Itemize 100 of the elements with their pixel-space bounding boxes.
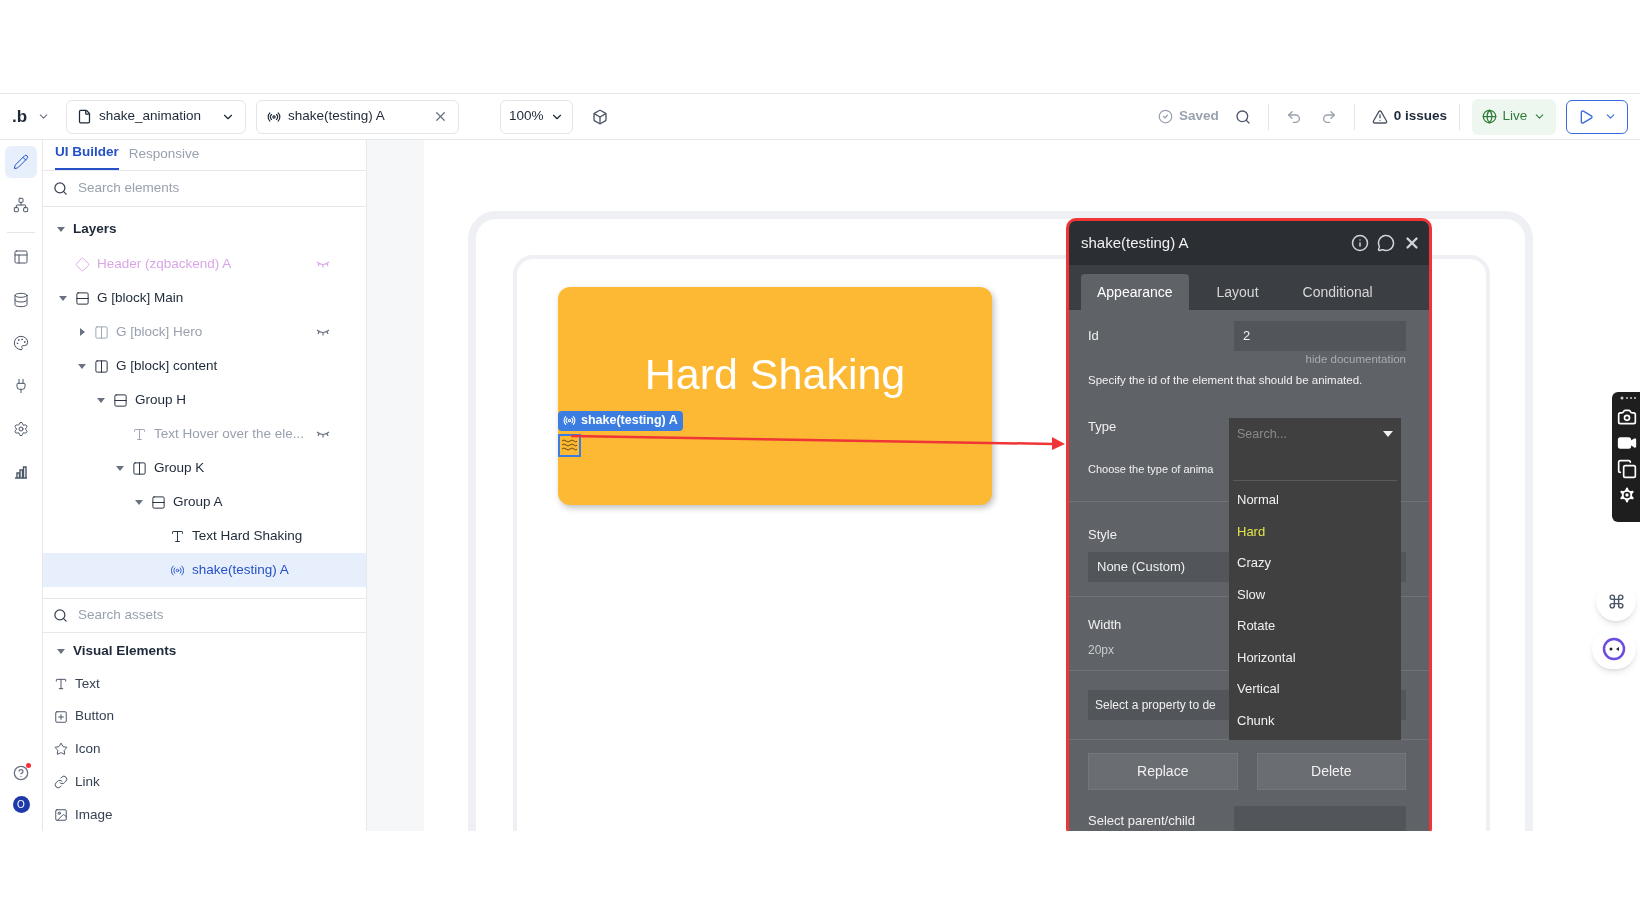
layer-label: Text Hover over the ele...: [154, 425, 305, 444]
logo-menu[interactable]: .b: [12, 103, 64, 130]
layer-row[interactable]: shake(testing) A: [43, 553, 366, 588]
settings-icon: [13, 421, 29, 437]
cube-icon[interactable]: [592, 108, 608, 125]
redo-icon[interactable]: [1320, 108, 1337, 125]
id-field[interactable]: 2: [1234, 321, 1406, 351]
layer-label: G [block] Hero: [116, 323, 203, 342]
text-icon: [54, 676, 68, 691]
element-list-item[interactable]: Link: [43, 765, 366, 799]
layer-label: Text Hard Shaking: [192, 527, 303, 546]
type-label: Type: [1088, 417, 1117, 436]
dropdown-option[interactable]: Hard: [1229, 515, 1401, 547]
dots-icon[interactable]: [1618, 395, 1636, 401]
search-icon: [53, 608, 68, 624]
camera-icon[interactable]: [1617, 407, 1637, 427]
saved-status: Saved: [1178, 107, 1219, 126]
panel-action-button[interactable]: Delete: [1256, 752, 1406, 790]
windows-icon[interactable]: [1617, 459, 1637, 479]
columns-icon: [94, 324, 109, 340]
palette-icon: [13, 335, 29, 351]
text-icon: [132, 426, 147, 442]
caret-down-icon[interactable]: [97, 396, 105, 405]
panel-tab[interactable]: Layout: [1200, 274, 1275, 310]
search-assets-field[interactable]: Search assets: [78, 605, 356, 626]
element-list-item[interactable]: Text: [43, 667, 366, 701]
width-label: Width: [1088, 616, 1122, 634]
pencil-icon: [13, 154, 29, 170]
dropdown-triangle-icon[interactable]: [1383, 431, 1393, 437]
button-icon: [54, 709, 68, 724]
dropdown-option[interactable]: Vertical: [1229, 673, 1401, 705]
warning-icon: [1371, 108, 1388, 125]
rows-icon: [151, 494, 166, 510]
dropdown-option[interactable]: Normal: [1229, 484, 1401, 516]
file-icon: [77, 109, 92, 124]
id-documentation: Specify the id of the element that should be animated.: [1088, 373, 1364, 389]
dropdown-option[interactable]: Slow: [1229, 578, 1401, 610]
layer-label: G [block] Main: [97, 289, 184, 308]
run-button[interactable]: [1566, 99, 1628, 134]
caret-down-icon[interactable]: [116, 464, 124, 473]
sidebar-tab[interactable]: UI Builder: [55, 141, 119, 170]
caret-down-icon[interactable]: [59, 294, 67, 303]
layer-row[interactable]: Group H: [43, 383, 366, 418]
caret-down-icon[interactable]: [57, 225, 65, 234]
layer-row[interactable]: G [block] content: [43, 349, 366, 384]
zoom-dropdown[interactable]: 100%: [500, 99, 573, 134]
element-list-item[interactable]: Image: [43, 798, 366, 831]
dropdown-option[interactable]: Chunk: [1229, 704, 1401, 736]
layers-header[interactable]: Layers: [43, 215, 366, 244]
settings-icon[interactable]: [1617, 485, 1637, 505]
issues-button[interactable]: 0 issues: [1371, 106, 1447, 127]
visual-elements-header[interactable]: Visual Elements: [43, 634, 366, 668]
page-dropdown[interactable]: shake_animation: [66, 99, 246, 134]
panel-tab[interactable]: Conditional: [1286, 274, 1389, 310]
layer-label: Group K: [154, 459, 205, 478]
undo-icon[interactable]: [1285, 108, 1302, 125]
caret-down-icon[interactable]: [57, 647, 65, 656]
rows-icon: [113, 392, 128, 408]
layer-row[interactable]: Group A: [43, 485, 366, 520]
element-label-badge: shake(testing) A: [558, 410, 683, 431]
dropdown-option[interactable]: Rotate: [1229, 610, 1401, 642]
type-search-field[interactable]: Search...: [1237, 424, 1383, 444]
caret-down-icon[interactable]: [135, 498, 143, 507]
element-list-item[interactable]: Icon: [43, 732, 366, 766]
panel-action-button[interactable]: Replace: [1088, 752, 1238, 790]
layer-row[interactable]: G [block] Main: [43, 281, 366, 316]
layer-label: shake(testing) A: [192, 561, 289, 580]
dropdown-option[interactable]: Crazy: [1229, 547, 1401, 579]
command-icon: [1607, 592, 1625, 610]
search-elements-field[interactable]: Search elements: [78, 178, 356, 199]
hidden-eye-icon: [316, 260, 330, 269]
caret-right-icon[interactable]: [78, 328, 86, 337]
width-value: 20px: [1088, 641, 1115, 659]
command-button[interactable]: [1596, 581, 1636, 621]
comment-icon[interactable]: [1377, 234, 1395, 252]
panel-tab[interactable]: Appearance: [1081, 274, 1189, 310]
hierarchy-icon: [13, 197, 29, 213]
close-icon[interactable]: [433, 109, 448, 124]
element-tab[interactable]: shake(testing) A: [256, 99, 459, 134]
hidden-eye-icon: [316, 328, 330, 337]
columns-icon: [94, 358, 109, 374]
close-icon[interactable]: [1403, 234, 1421, 252]
layer-row[interactable]: Text Hard Shaking: [43, 519, 366, 554]
search-icon[interactable]: [1234, 108, 1251, 125]
live-dropdown[interactable]: Live: [1472, 98, 1556, 135]
element-list-item[interactable]: Button: [43, 700, 366, 733]
layout-icon: [13, 249, 29, 265]
parent-child-label: Select parent/child: [1088, 811, 1196, 830]
layer-row[interactable]: Group K: [43, 451, 366, 486]
plug-icon: [13, 378, 29, 394]
rail-button[interactable]: [5, 146, 37, 178]
dropdown-option[interactable]: Horizontal: [1229, 641, 1401, 673]
info-icon[interactable]: [1351, 234, 1369, 252]
caret-down-icon[interactable]: [78, 362, 86, 371]
shake-element-icon[interactable]: [558, 433, 581, 457]
user-avatar[interactable]: O: [12, 796, 30, 813]
link-icon: [54, 775, 68, 789]
columns-icon: [132, 460, 147, 476]
help-icon[interactable]: [13, 765, 29, 781]
assistant-button[interactable]: [1592, 629, 1636, 669]
